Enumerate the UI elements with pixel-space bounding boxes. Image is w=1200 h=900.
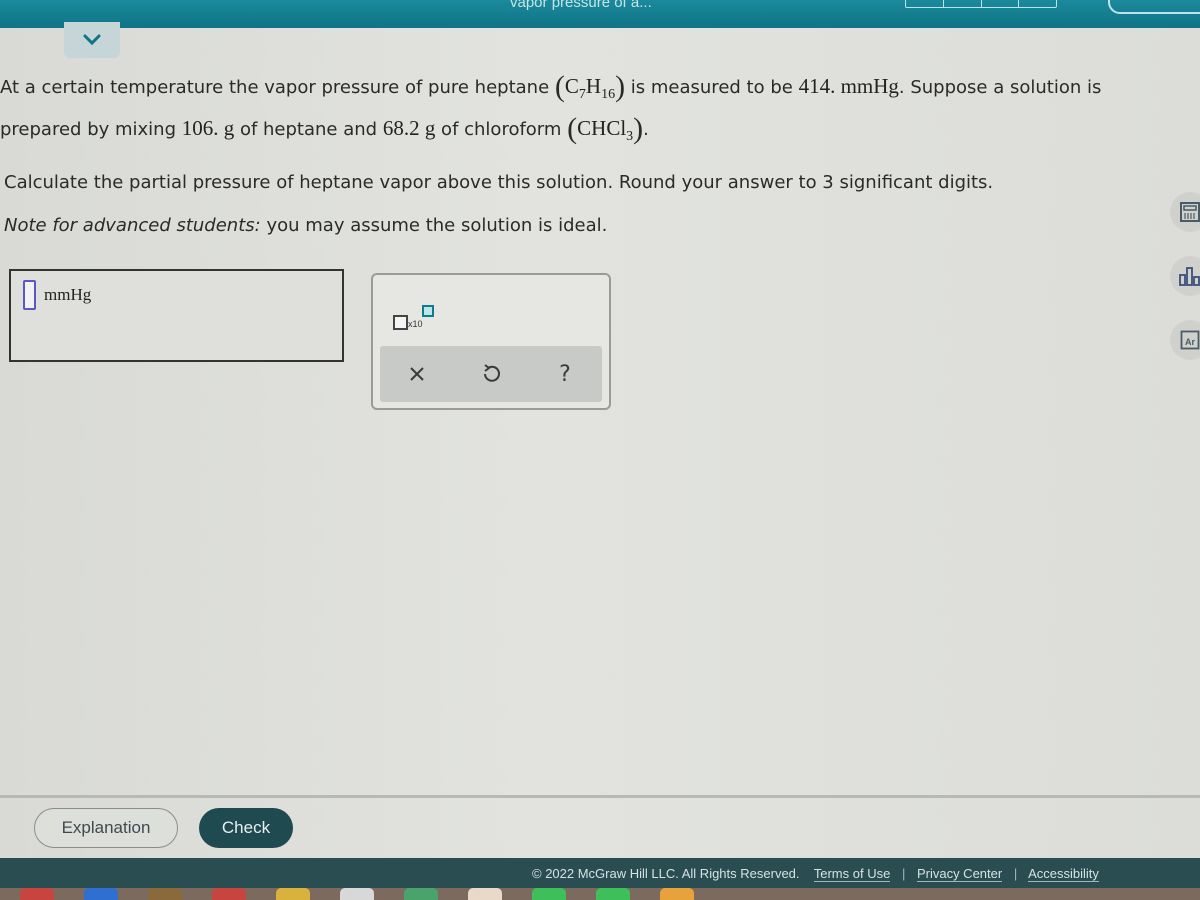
dock-app-icon[interactable]	[276, 888, 310, 900]
footer: © 2022 McGraw Hill LLC. All Rights Reser…	[0, 858, 1200, 888]
mantissa-box-icon	[393, 315, 408, 330]
chevron-down-icon	[83, 34, 101, 46]
topbar-title: vapor pressure of a...	[510, 0, 652, 11]
close-icon	[410, 367, 424, 381]
accessibility-link[interactable]: Accessibility	[1028, 866, 1099, 882]
pressure-value: 414. mmHg	[798, 74, 899, 98]
question-line-2: prepared by mixing 106. g of heptane and…	[0, 112, 649, 145]
answer-input[interactable]	[23, 280, 36, 310]
tool-actions: ?	[380, 346, 602, 402]
answer-unit: mmHg	[44, 285, 92, 304]
topbar-button[interactable]	[1108, 0, 1200, 14]
answer-input-area[interactable]: mmHg	[9, 269, 344, 362]
undo-button[interactable]	[471, 354, 511, 394]
periodic-table-button[interactable]: Ar	[1170, 320, 1200, 360]
help-icon: ?	[559, 361, 571, 387]
footer-text: © 2022 McGraw Hill LLC. All Rights Reser…	[532, 866, 1099, 882]
advanced-note: Note for advanced students: you may assu…	[4, 215, 608, 236]
collapse-toggle-button[interactable]	[64, 22, 120, 58]
copyright-text: © 2022 McGraw Hill LLC. All Rights Reser…	[532, 866, 800, 881]
periodic-table-icon: Ar	[1180, 330, 1200, 350]
scientific-notation-button[interactable]: x10	[393, 299, 453, 330]
heptane-formula: C7H16	[564, 74, 616, 102]
explanation-button[interactable]: Explanation	[34, 808, 178, 848]
side-toolbar: Ar	[1170, 192, 1200, 384]
privacy-center-link[interactable]: Privacy Center	[916, 866, 1003, 882]
dock-app-icon[interactable]	[212, 888, 246, 900]
dock-app-icon[interactable]	[20, 888, 54, 900]
math-tool-panel: x10 ?	[371, 273, 611, 410]
calculator-icon	[1180, 202, 1200, 222]
dock-app-icon[interactable]	[84, 888, 118, 900]
heptane-mass: 106. g	[181, 116, 235, 140]
dock-app-icon[interactable]	[404, 888, 438, 900]
dock-app-icon[interactable]	[532, 888, 566, 900]
clear-button[interactable]	[397, 354, 437, 394]
chloroform-mass: 68.2 g	[382, 116, 436, 140]
svg-text:Ar: Ar	[1185, 337, 1195, 347]
calculator-button[interactable]	[1170, 192, 1200, 232]
help-button[interactable]: ?	[545, 354, 585, 394]
question-line-1: At a certain temperature the vapor press…	[0, 70, 1102, 103]
check-button[interactable]: Check	[199, 808, 293, 848]
question-text: At a certain temperature the vapor press…	[0, 66, 1190, 150]
dock-app-icon[interactable]	[468, 888, 502, 900]
note-label: Note for advanced students:	[4, 215, 261, 236]
dock-app-icon[interactable]	[340, 888, 374, 900]
divider	[0, 795, 1200, 798]
top-bar: vapor pressure of a...	[0, 0, 1200, 28]
dock-app-icon[interactable]	[148, 888, 182, 900]
terms-of-use-link[interactable]: Terms of Use	[813, 866, 891, 882]
chloroform-formula: CHCl3	[577, 116, 634, 144]
instruction-text: Calculate the partial pressure of heptan…	[4, 172, 994, 193]
data-chart-button[interactable]	[1170, 256, 1200, 296]
undo-icon	[484, 364, 500, 382]
dock-app-icon[interactable]	[596, 888, 630, 900]
progress-indicator	[905, 0, 1057, 8]
os-dock	[0, 888, 1200, 900]
bar-chart-icon	[1179, 267, 1200, 286]
exponent-box-icon	[422, 305, 434, 317]
dock-app-icon[interactable]	[660, 888, 694, 900]
